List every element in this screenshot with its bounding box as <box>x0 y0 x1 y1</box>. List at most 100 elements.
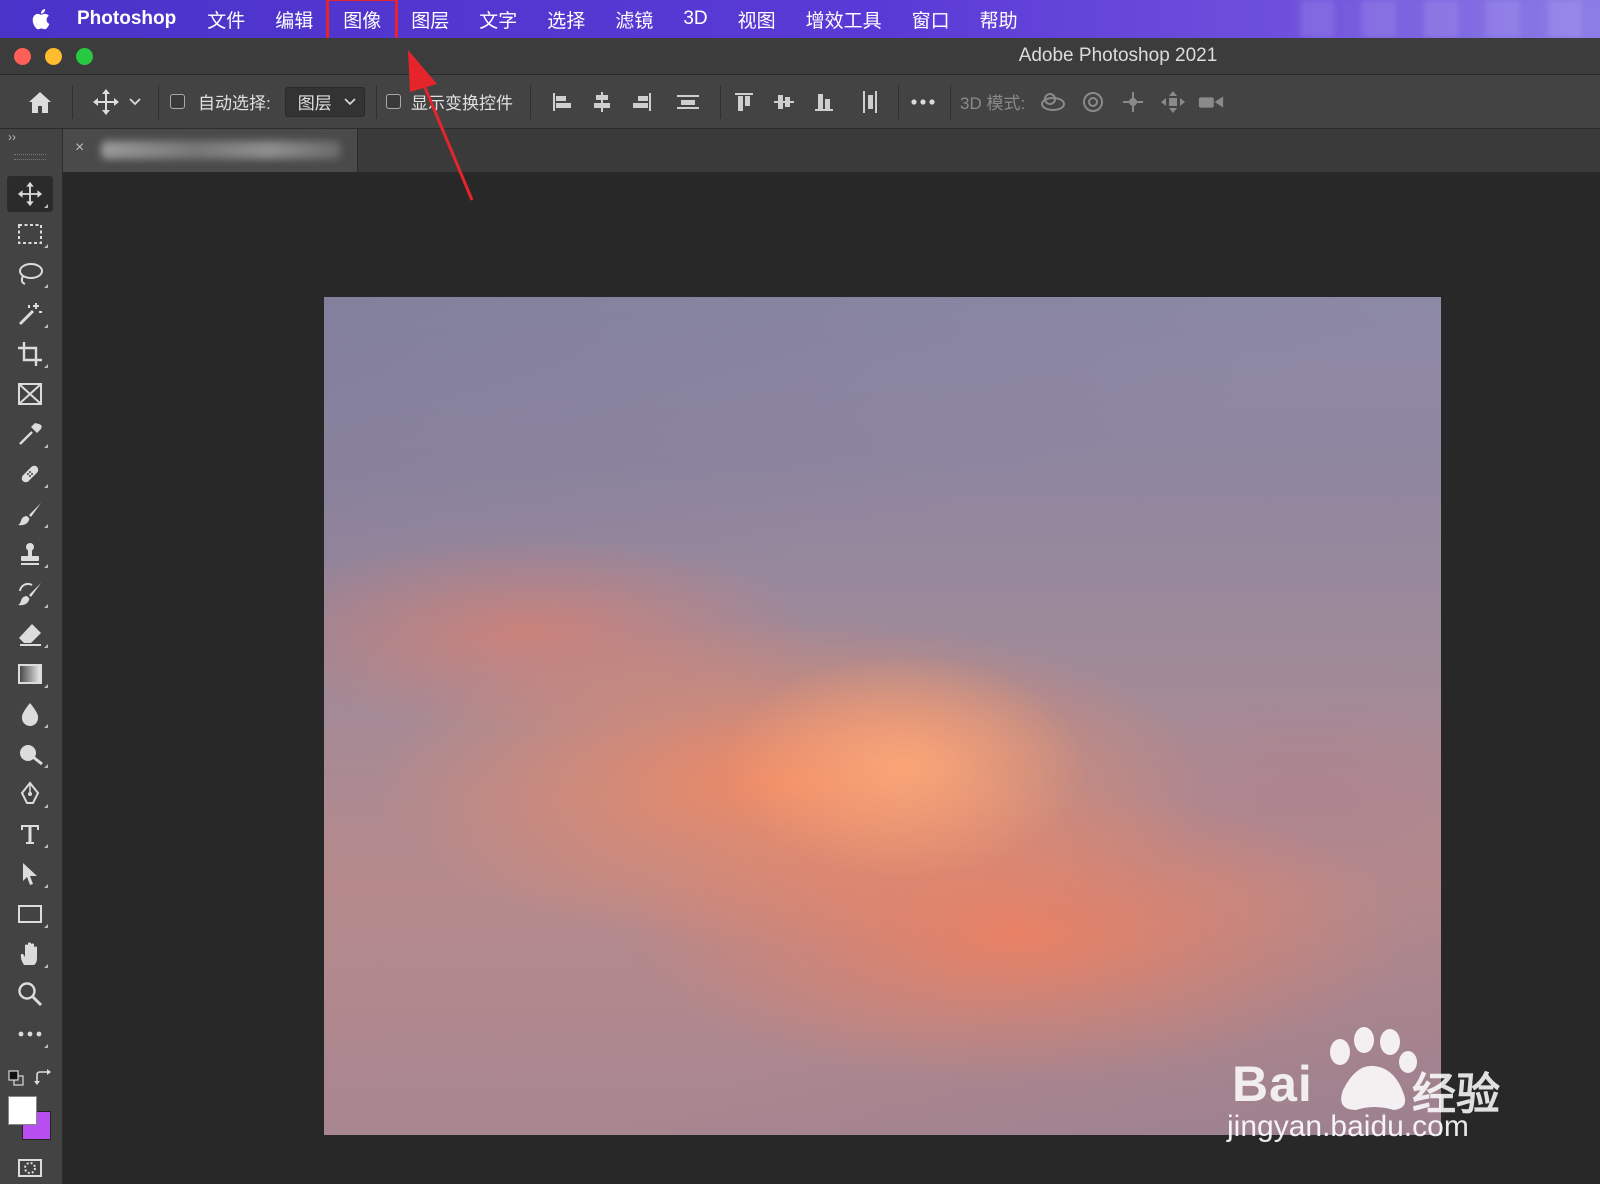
auto-select-target-value: 图层 <box>297 94 332 113</box>
menu-view[interactable]: 视图 <box>723 0 791 39</box>
magic-wand-tool[interactable] <box>7 296 53 332</box>
document-canvas-sunset-clouds[interactable] <box>324 297 1441 1135</box>
collapse-panels-icon[interactable]: ›› <box>8 130 16 144</box>
apple-icon[interactable] <box>27 4 57 34</box>
document-tab-bar: × <box>63 129 1600 173</box>
more-icon <box>18 1031 42 1037</box>
menu-type[interactable]: 文字 <box>464 0 532 39</box>
type-icon <box>21 825 39 844</box>
orbit-3d-icon[interactable] <box>1039 88 1067 116</box>
more-icon <box>911 98 935 105</box>
roll-3d-icon[interactable] <box>1079 88 1107 116</box>
edit-toolbar-button[interactable] <box>7 1016 53 1052</box>
move-icon <box>17 181 43 207</box>
toolbar-grip[interactable] <box>14 154 46 160</box>
move-tool[interactable] <box>7 176 53 212</box>
lasso-tool[interactable] <box>7 256 53 292</box>
quick-mask-button[interactable] <box>7 1154 53 1182</box>
align-right-edges-icon[interactable] <box>628 88 656 116</box>
dodge-icon <box>20 745 43 766</box>
menu-image[interactable]: 图像 <box>326 0 399 41</box>
tool-options-bar: 自动选择: 图层 显示变换控件 3D 模式: <box>0 75 1600 129</box>
auto-select-label: 自动选择: <box>198 94 271 113</box>
pan-3d-icon[interactable] <box>1119 88 1147 116</box>
chevron-down-icon <box>344 97 356 105</box>
eyedropper-icon <box>19 423 42 445</box>
frame-tool[interactable] <box>7 376 53 412</box>
slide-3d-icon[interactable] <box>1159 88 1187 116</box>
blur-tool[interactable] <box>7 696 53 732</box>
more-options-button[interactable] <box>910 75 936 128</box>
foreground-color-swatch[interactable] <box>8 1096 37 1125</box>
rectangle-icon <box>18 905 42 923</box>
menu-select[interactable]: 选择 <box>532 0 600 39</box>
document-tab-title-blurred <box>101 141 341 159</box>
default-colors-icon[interactable] <box>8 1070 24 1091</box>
align-bottom-edges-icon[interactable] <box>810 88 838 116</box>
window-title: Adobe Photoshop 2021 <box>1018 45 1218 66</box>
bandage-icon <box>21 465 39 483</box>
quick-mask-icon <box>18 1159 42 1177</box>
pen-tool[interactable] <box>7 776 53 812</box>
frame-icon <box>18 383 42 405</box>
distribute-vertical-icon[interactable] <box>674 88 702 116</box>
magnifier-icon <box>18 982 43 1007</box>
crop-icon <box>18 342 42 366</box>
distribute-horizontal-icon[interactable] <box>856 88 884 116</box>
menu-filter[interactable]: 滤镜 <box>600 0 668 39</box>
menu-plugins[interactable]: 增效工具 <box>791 0 897 39</box>
blurred-status-icons <box>1300 0 1600 38</box>
arrow-cursor-icon <box>23 863 37 885</box>
show-transform-controls-label: 显示变换控件 <box>411 94 513 113</box>
menu-layer[interactable]: 图层 <box>396 0 464 39</box>
clone-stamp-tool[interactable] <box>7 536 53 572</box>
move-tool-preset-picker[interactable] <box>92 75 142 128</box>
auto-select-checkbox[interactable] <box>170 94 185 109</box>
show-transform-controls-checkbox[interactable] <box>386 94 401 109</box>
menu-3d[interactable]: 3D <box>668 2 722 36</box>
camera-3d-icon[interactable] <box>1197 88 1225 116</box>
home-button[interactable] <box>26 75 54 128</box>
path-selection-tool[interactable] <box>7 856 53 892</box>
history-brush-tool[interactable] <box>7 576 53 612</box>
eraser-tool[interactable] <box>7 616 53 652</box>
dodge-tool[interactable] <box>7 736 53 772</box>
crop-tool[interactable] <box>7 336 53 372</box>
auto-select-target-dropdown[interactable]: 图层 <box>284 86 365 117</box>
align-left-edges-icon[interactable] <box>548 88 576 116</box>
lasso-icon <box>19 263 43 285</box>
gradient-icon <box>18 664 42 684</box>
document-tab[interactable]: × <box>63 129 358 172</box>
align-horizontal-centers-icon[interactable] <box>588 88 616 116</box>
zoom-tool[interactable] <box>7 976 53 1012</box>
pen-icon <box>20 781 40 804</box>
menu-window[interactable]: 窗口 <box>897 0 965 39</box>
marquee-icon <box>18 224 42 244</box>
move-icon <box>93 88 119 115</box>
brush-tool[interactable] <box>7 496 53 532</box>
rectangle-tool[interactable] <box>7 896 53 932</box>
type-tool[interactable] <box>7 816 53 852</box>
rectangular-marquee-tool[interactable] <box>7 216 53 252</box>
gradient-tool[interactable] <box>7 656 53 692</box>
align-vertical-centers-icon[interactable] <box>770 88 798 116</box>
eyedropper-tool[interactable] <box>7 416 53 452</box>
watermark-url: jingyan.baidu.com <box>1227 1110 1469 1143</box>
menu-edit[interactable]: 编辑 <box>260 0 328 39</box>
menu-file[interactable]: 文件 <box>192 0 260 39</box>
macos-menu-bar: Photoshop 文件 编辑 图像 图层 文字 选择 滤镜 3D 视图 增效工… <box>0 0 1600 41</box>
drop-icon <box>21 703 39 726</box>
close-tab-icon[interactable]: × <box>75 139 84 157</box>
chevron-down-icon <box>129 97 141 105</box>
eraser-icon <box>19 624 41 646</box>
watermark-brand: Bai <box>1232 1056 1313 1112</box>
history-brush-icon <box>18 582 41 606</box>
hand-icon <box>20 942 37 965</box>
window-title-bar: Adobe Photoshop 2021 <box>0 38 1600 75</box>
swap-colors-icon[interactable] <box>34 1069 52 1092</box>
hand-tool[interactable] <box>7 936 53 972</box>
healing-brush-tool[interactable] <box>7 456 53 492</box>
app-menu-photoshop[interactable]: Photoshop <box>77 8 176 30</box>
menu-help[interactable]: 帮助 <box>965 0 1033 39</box>
align-top-edges-icon[interactable] <box>730 88 758 116</box>
